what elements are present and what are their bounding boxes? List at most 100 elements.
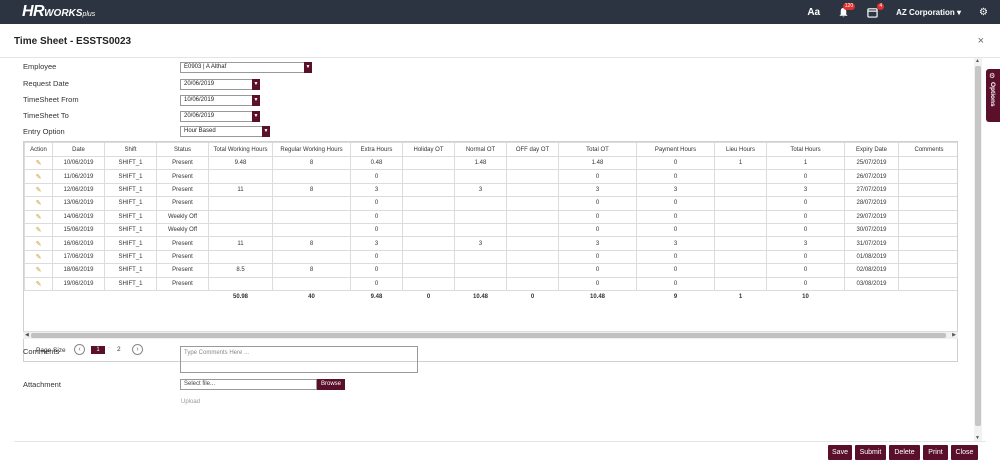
pencil-edit-icon[interactable]: ✎ bbox=[36, 187, 42, 194]
edit-cell: ✎ bbox=[24, 222, 53, 238]
company-selector[interactable]: AZ Corporation ▾ bbox=[896, 8, 961, 17]
pencil-edit-icon[interactable]: ✎ bbox=[36, 241, 42, 248]
table-cell: Present bbox=[156, 249, 209, 265]
page-1-button[interactable]: 1 bbox=[91, 346, 105, 354]
table-cell: 0 bbox=[636, 155, 715, 171]
scroll-up-icon[interactable]: ▲ bbox=[975, 58, 980, 64]
scroll-left-icon[interactable]: ◀ bbox=[25, 332, 29, 339]
close-button[interactable]: Close bbox=[951, 445, 978, 460]
table-cell: 0 bbox=[350, 276, 403, 291]
table-cell: 0 bbox=[350, 209, 403, 224]
table-cell: SHIFT_1 bbox=[104, 155, 157, 171]
next-page-button[interactable]: › bbox=[132, 344, 143, 355]
totals-row: 50.98 40 9.48 0 10.48 0 10.48 9 1 10 bbox=[25, 290, 958, 303]
table-cell: SHIFT_1 bbox=[104, 276, 157, 291]
app-logo[interactable]: HR WORKS plus bbox=[22, 3, 95, 21]
table-cell: 0 bbox=[766, 263, 845, 278]
table-cell bbox=[714, 196, 767, 211]
edit-cell: ✎ bbox=[24, 236, 53, 251]
delete-button[interactable]: Delete bbox=[889, 445, 920, 460]
edit-cell: ✎ bbox=[24, 276, 53, 291]
table-cell bbox=[506, 155, 559, 171]
timesheet-table: Action Date Shift Status Total Working Hours… bbox=[24, 142, 958, 304]
browse-button[interactable]: Browse bbox=[317, 379, 345, 390]
file-input[interactable]: Select file... bbox=[180, 379, 317, 390]
table-cell: 8 bbox=[272, 182, 351, 198]
request-date-field[interactable]: 20/06/2019 ▼ bbox=[180, 79, 260, 90]
table-cell: 9.48 bbox=[208, 155, 273, 171]
horizontal-scrollbar[interactable]: ◀ ▶ bbox=[23, 331, 958, 339]
table-cell: 0 bbox=[636, 222, 715, 238]
column-header: Total Working Hours bbox=[208, 142, 273, 157]
table-cell bbox=[898, 276, 957, 291]
settings-gear-icon[interactable]: ⚙ bbox=[979, 7, 988, 18]
table-cell: SHIFT_1 bbox=[104, 196, 157, 211]
calendar-dropdown-icon[interactable]: ▼ bbox=[252, 111, 260, 122]
table-cell: 16/06/2019 bbox=[52, 236, 105, 251]
table-cell: 8.5 bbox=[208, 263, 273, 278]
chevron-down-icon[interactable]: ▼ bbox=[262, 126, 270, 137]
table-row: ✎ 12/06/2019 SHIFT_1 Present 11 8 3 3 3 3 3 27/07/2… bbox=[24, 182, 957, 198]
font-size-icon[interactable]: Aa bbox=[807, 7, 820, 18]
prev-page-button[interactable]: ‹ bbox=[74, 344, 85, 355]
table-cell: 0 bbox=[558, 169, 637, 184]
calendar-dropdown-icon[interactable]: ▼ bbox=[252, 79, 260, 90]
page-2-button[interactable]: 2 bbox=[117, 346, 121, 353]
table-cell: 0 bbox=[558, 276, 637, 291]
table-cell bbox=[898, 182, 957, 198]
pencil-edit-icon[interactable]: ✎ bbox=[36, 227, 42, 234]
close-icon[interactable]: × bbox=[978, 35, 984, 47]
table-cell: 0 bbox=[558, 209, 637, 224]
vertical-scrollbar[interactable]: ▲ ▼ bbox=[974, 58, 982, 441]
table-cell: Present bbox=[156, 236, 209, 251]
chevron-down-icon[interactable]: ▼ bbox=[304, 62, 312, 73]
column-header: Action bbox=[24, 142, 53, 157]
tasks-icon[interactable]: 4 bbox=[867, 2, 885, 18]
table-cell: SHIFT_1 bbox=[104, 249, 157, 265]
total-cell bbox=[53, 290, 105, 303]
table-cell bbox=[454, 249, 507, 265]
print-button[interactable]: Print bbox=[923, 445, 948, 460]
pencil-edit-icon[interactable]: ✎ bbox=[36, 160, 42, 167]
pencil-edit-icon[interactable]: ✎ bbox=[36, 214, 42, 221]
column-header: Regular Working Hours bbox=[272, 142, 351, 157]
table-cell bbox=[402, 169, 455, 184]
table-cell bbox=[208, 249, 273, 265]
employee-select[interactable]: E0903 | A Althaf ▼ bbox=[180, 62, 312, 73]
options-tab[interactable]: ⚙ Options bbox=[986, 69, 1000, 122]
timesheet-to-field[interactable]: 20/06/2019 ▼ bbox=[180, 111, 260, 122]
table-cell bbox=[402, 276, 455, 291]
vertical-scroll-thumb[interactable] bbox=[975, 66, 981, 426]
table-cell: 12/06/2019 bbox=[52, 182, 105, 198]
table-cell: 0 bbox=[350, 222, 403, 238]
pencil-edit-icon[interactable]: ✎ bbox=[36, 267, 42, 274]
attachment-label: Attachment bbox=[23, 380, 61, 389]
table-cell bbox=[402, 263, 455, 278]
total-cell bbox=[845, 290, 899, 303]
total-cell: 10 bbox=[802, 294, 809, 301]
table-cell bbox=[506, 276, 559, 291]
pencil-edit-icon[interactable]: ✎ bbox=[36, 174, 42, 181]
upload-link[interactable]: Upload bbox=[181, 399, 200, 405]
timesheet-from-field[interactable]: 10/06/2019 ▼ bbox=[180, 95, 260, 106]
table-cell: SHIFT_1 bbox=[104, 236, 157, 251]
table-cell: 3 bbox=[350, 236, 403, 251]
pencil-edit-icon[interactable]: ✎ bbox=[36, 281, 42, 288]
submit-button[interactable]: Submit bbox=[855, 445, 886, 460]
comments-label: Comments bbox=[23, 347, 60, 356]
scroll-thumb[interactable] bbox=[31, 333, 946, 338]
comments-textarea[interactable]: Type Comments Here ... bbox=[180, 346, 418, 373]
alerts-icon[interactable]: 120 bbox=[838, 2, 856, 18]
top-right-tools: Aa 120 4 AZ Corporation ▾ ⚙ bbox=[807, 0, 1000, 24]
save-button[interactable]: Save bbox=[828, 445, 852, 460]
entry-option-select[interactable]: Hour Based ▼ bbox=[180, 126, 270, 137]
pencil-edit-icon[interactable]: ✎ bbox=[36, 254, 42, 261]
total-cell: 0 bbox=[530, 294, 535, 301]
table-cell: 0 bbox=[766, 169, 845, 184]
footer-divider bbox=[14, 441, 986, 442]
pencil-edit-icon[interactable]: ✎ bbox=[36, 200, 42, 207]
scroll-right-icon[interactable]: ▶ bbox=[952, 332, 956, 339]
table-cell bbox=[506, 222, 559, 238]
table-row: ✎ 11/06/2019 SHIFT_1 Present 0 0 0 0 26/07/2019 bbox=[24, 169, 957, 184]
calendar-dropdown-icon[interactable]: ▼ bbox=[252, 95, 260, 106]
